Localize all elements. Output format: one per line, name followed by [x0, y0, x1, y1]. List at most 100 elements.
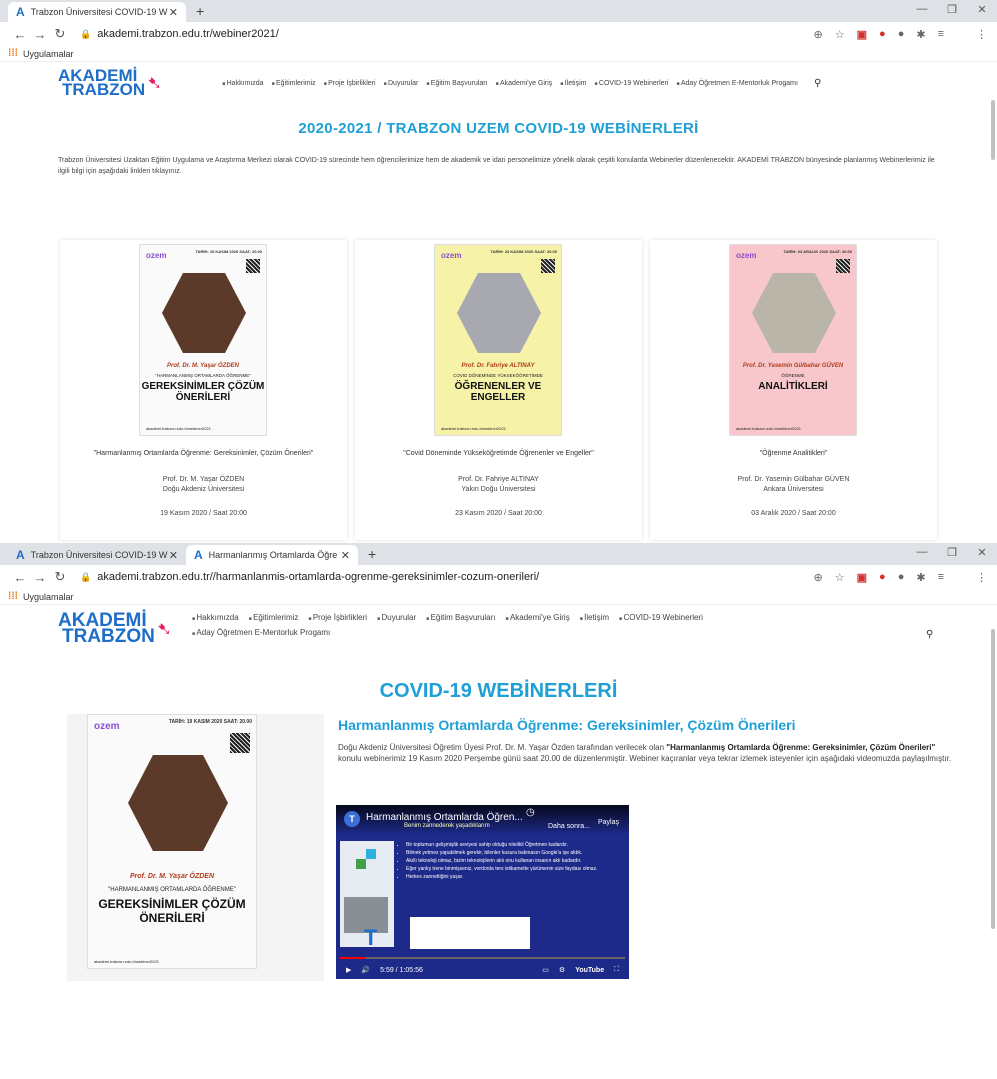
apps-grid-icon[interactable]: ⁞⁞⁞ [8, 48, 18, 59]
extensions-puzzle-icon[interactable]: ✱ [916, 571, 925, 584]
card-university: Doğu Akdeniz Üniversitesi [162, 486, 245, 493]
webinar-card[interactable]: ozem TARİH: 03 ARALIK 2020 SAAT: 20.00 P… [650, 240, 937, 540]
close-tab-icon[interactable]: ✕ [169, 549, 178, 562]
tab-article[interactable]: A Harmanlanmış Ortamlarda Öğre ✕ [186, 545, 358, 565]
back-icon[interactable]: ← [10, 27, 30, 42]
watch-later-label[interactable]: Daha sonra... [548, 823, 590, 830]
menu-item-mentorluk[interactable]: Aday Öğretmen E-Mentorluk Progamı [192, 626, 330, 641]
webinar-card[interactable]: ozem TARİH: 19 KASIM 2020 SAAT: 20.00 Pr… [60, 240, 347, 540]
speaker-photo [457, 273, 541, 353]
webinar-poster[interactable]: ozem TARİH: 19 KASIM 2020 SAAT: 20.00 Pr… [139, 244, 267, 436]
card-title[interactable]: "Covid Döneminde Yükseköğretimde Öğrenen… [355, 450, 642, 457]
minimize-icon[interactable]: — [907, 3, 937, 16]
forward-icon[interactable]: → [30, 27, 50, 42]
fullscreen-icon[interactable]: ⛶ [614, 966, 619, 974]
menu-item-covid[interactable]: COVID-19 Webinerleri [619, 611, 702, 626]
back-icon[interactable]: ← [10, 570, 30, 585]
bookmark-star-icon[interactable]: ☆ [835, 571, 845, 584]
menu-item-covid[interactable]: COVID-19 Webinerleri [595, 80, 669, 87]
zoom-icon[interactable]: ⊕ [814, 571, 823, 584]
article-title: Harmanlanmış Ortamlarda Öğrenme: Gereksi… [338, 717, 796, 733]
new-tab-icon[interactable]: + [196, 3, 204, 19]
clock-icon[interactable]: ◷ [526, 807, 535, 818]
webinar-card[interactable]: ozem TARİH: 23 KASIM 2020 SAAT: 20.00 Pr… [355, 240, 642, 540]
youtube-video-player[interactable]: T T Harmanlanmış Ortamlarda Öğren... Ben… [336, 805, 629, 979]
close-window-icon[interactable]: ✕ [967, 546, 997, 559]
menu-item-giris[interactable]: Akademi'ye Giriş [506, 611, 570, 626]
scrollbar-thumb[interactable] [991, 100, 995, 160]
close-tab-icon[interactable]: ✕ [169, 6, 178, 19]
menu-kebab-icon[interactable]: ⋮ [976, 28, 987, 41]
url-field[interactable]: 🔒 akademi.trabzon.edu.tr/webiner2021/ [80, 28, 279, 40]
site-logo[interactable]: AKADEMİ TRABZON ➷ [58, 67, 162, 98]
card-title[interactable]: "Harmanlanmış Ortamlarda Öğrenme: Gereks… [60, 450, 347, 457]
share-label[interactable]: Paylaş [598, 819, 619, 826]
search-icon[interactable]: ⚲ [926, 629, 933, 655]
search-icon[interactable]: ⚲ [814, 78, 821, 89]
reading-list-icon[interactable]: ≡ [938, 571, 944, 583]
bookmark-star-icon[interactable]: ☆ [835, 28, 845, 41]
maximize-icon[interactable]: ❐ [937, 546, 967, 559]
menu-item-egitimlerimiz[interactable]: Eğitimlerimiz [272, 80, 316, 87]
subtitles-icon[interactable]: ▭ [542, 966, 549, 974]
settings-gear-icon[interactable]: ⚙ [559, 966, 565, 974]
close-window-icon[interactable]: ✕ [967, 3, 997, 16]
address-bar: ← → ↻ 🔒 akademi.trabzon.edu.tr/webiner20… [0, 22, 997, 46]
minimize-icon[interactable]: — [907, 546, 937, 559]
card-date: 19 Kasım 2020 / Saat 20:00 [160, 510, 247, 517]
youtube-logo[interactable]: YouTube [575, 967, 604, 974]
window-controls: — ❐ ✕ [907, 3, 997, 16]
video-title[interactable]: Harmanlanmış Ortamlarda Öğren... [366, 812, 523, 823]
menu-kebab-icon[interactable]: ⋮ [976, 571, 987, 584]
webinar-poster[interactable]: ozem TARİH: 23 KASIM 2020 SAAT: 20.00 Pr… [434, 244, 562, 436]
article-text-1: Doğu Akdeniz Üniversitesi Öğretim Üyesi … [338, 743, 667, 752]
menu-item-egitimlerimiz[interactable]: Eğitimlerimiz [249, 611, 298, 626]
video-controls: ▶ 🔊 5:59 / 1:05:56 ▭ ⚙ YouTube ⛶ [336, 961, 629, 979]
reload-icon[interactable]: ↻ [50, 26, 70, 42]
maximize-icon[interactable]: ❐ [937, 3, 967, 16]
zoom-icon[interactable]: ⊕ [814, 28, 823, 41]
webinar-poster[interactable]: ozem TARİH: 03 ARALIK 2020 SAAT: 20.00 P… [729, 244, 857, 436]
menu-item-hakkimizda[interactable]: Hakkımızda [192, 611, 238, 626]
menu-item-basvurular[interactable]: Eğitim Başvuruları [426, 80, 488, 87]
qr-code-icon [246, 259, 260, 273]
webinar-poster[interactable]: ozem TARİH: 19 KASIM 2020 SAAT: 20.00 Pr… [87, 714, 257, 969]
opera-extension-icon[interactable]: ● [879, 28, 886, 40]
card-title[interactable]: "Öğrenme Analitikleri" [650, 450, 937, 457]
extensions-puzzle-icon[interactable]: ✱ [916, 28, 925, 41]
scrollbar-thumb[interactable] [991, 629, 995, 929]
play-icon[interactable]: ▶ [346, 966, 351, 974]
site-logo[interactable]: AKADEMİ TRABZON ➷ [58, 611, 172, 647]
tab-webiner[interactable]: A Trabzon Üniversitesi COVID-19 W ✕ [8, 2, 186, 22]
video-subtitle: Benim zannederek yaşadıklarım [404, 823, 490, 829]
menu-item-proje[interactable]: Proje İşbirlikleri [324, 80, 375, 87]
menu-item-duyurular[interactable]: Duyurular [377, 611, 416, 626]
reload-icon[interactable]: ↻ [50, 569, 70, 585]
menu-item-proje[interactable]: Proje İşbirlikleri [308, 611, 367, 626]
tab-webiner[interactable]: A Trabzon Üniversitesi COVID-19 W ✕ [8, 545, 186, 565]
menu-item-basvurular[interactable]: Eğitim Başvuruları [426, 611, 496, 626]
video-progress-bar[interactable] [340, 957, 625, 959]
close-tab-icon[interactable]: ✕ [341, 549, 350, 562]
bookmark-apps[interactable]: Uygulamalar [23, 592, 74, 602]
menu-item-giris[interactable]: Akademi'ye Giriş [496, 80, 552, 87]
reading-list-icon[interactable]: ≡ [938, 28, 944, 40]
apps-grid-icon[interactable]: ⁞⁞⁞ [8, 591, 18, 602]
menu-item-duyurular[interactable]: Duyurular [384, 80, 418, 87]
pdf-extension-icon[interactable]: ▣ [857, 28, 867, 41]
volume-icon[interactable]: 🔊 [361, 966, 370, 974]
menu-item-hakkimizda[interactable]: Hakkımızda [222, 80, 264, 87]
menu-item-iletisim[interactable]: İletişim [580, 611, 609, 626]
extension-dot-icon[interactable]: ● [898, 28, 905, 40]
menu-item-iletisim[interactable]: İletişim [560, 80, 587, 87]
poster-subtitle: COVID DÖNEMİNDE YÜKSEKÖĞRETİMDE [453, 373, 543, 378]
bookmark-apps[interactable]: Uygulamalar [23, 49, 74, 59]
new-tab-icon[interactable]: + [368, 546, 376, 562]
url-field[interactable]: 🔒 akademi.trabzon.edu.tr//harmanlanmis-o… [80, 571, 539, 583]
menu-item-mentorluk[interactable]: Aday Öğretmen E-Mentorluk Progamı [676, 80, 798, 87]
pdf-extension-icon[interactable]: ▣ [857, 571, 867, 584]
opera-extension-icon[interactable]: ● [879, 571, 886, 583]
channel-avatar[interactable]: T [344, 811, 360, 827]
forward-icon[interactable]: → [30, 570, 50, 585]
extension-dot-icon[interactable]: ● [898, 571, 905, 583]
